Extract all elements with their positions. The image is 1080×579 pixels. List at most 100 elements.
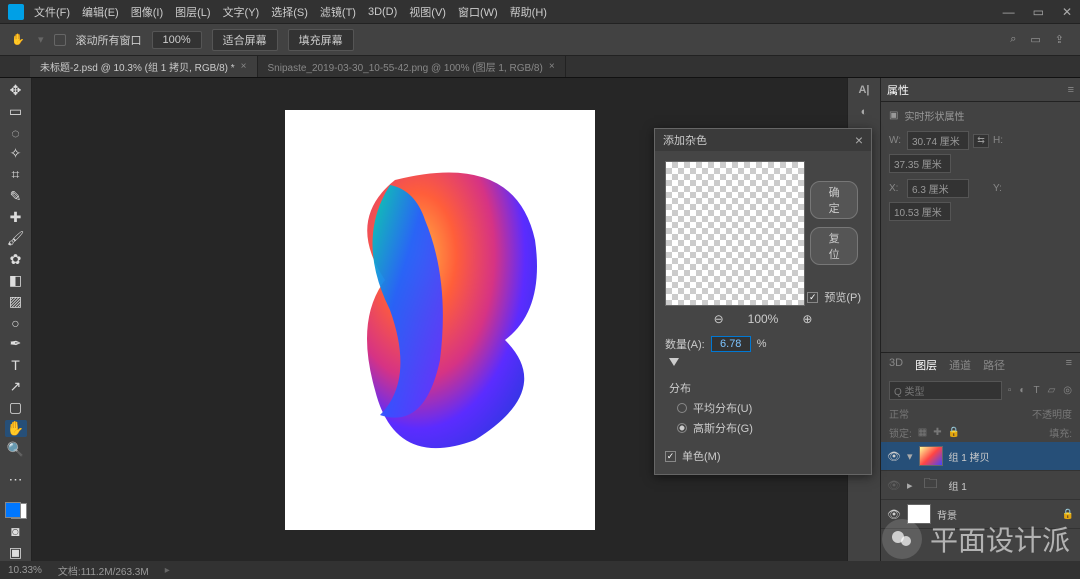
lock-pixels-icon[interactable]: ▦: [918, 427, 927, 438]
menu-file[interactable]: 文件(F): [34, 4, 70, 20]
menu-layer[interactable]: 图层(L): [175, 4, 210, 20]
visibility-toggle-icon[interactable]: 👁: [887, 450, 901, 463]
monochrome-checkbox[interactable]: [665, 451, 676, 462]
status-zoom[interactable]: 10.33%: [8, 565, 42, 576]
color-swatch[interactable]: [5, 502, 27, 519]
tab-close-icon[interactable]: ×: [549, 61, 555, 72]
zoom-out-icon[interactable]: ⊖: [714, 312, 724, 326]
tab-close-icon[interactable]: ×: [241, 61, 247, 72]
slider-handle-icon[interactable]: [669, 358, 679, 366]
hand-tool-icon[interactable]: ✋: [8, 30, 28, 50]
filter-shape-icon[interactable]: ▱: [1048, 385, 1056, 396]
layer-name[interactable]: 背景: [937, 507, 1056, 522]
chevron-down-icon[interactable]: ▾: [907, 450, 913, 463]
ok-button[interactable]: 确定: [810, 181, 858, 219]
layer-filter-kind[interactable]: Q 类型: [889, 381, 1002, 400]
zoom-in-icon[interactable]: ⊕: [802, 312, 812, 326]
tab-layers[interactable]: 图层: [915, 357, 937, 373]
brush-tool-icon[interactable]: 🖌: [5, 230, 27, 247]
filter-image-icon[interactable]: ▫: [1008, 385, 1012, 396]
screenmode-icon[interactable]: ▣: [5, 544, 27, 561]
lock-position-icon[interactable]: ✚: [933, 427, 941, 438]
workspace-icon[interactable]: ▭: [1030, 33, 1040, 46]
marquee-tool-icon[interactable]: ▭: [5, 103, 27, 120]
x-field[interactable]: 6.3 厘米: [907, 179, 969, 198]
visibility-toggle-icon[interactable]: 👁: [887, 508, 901, 521]
layer-row[interactable]: 👁 背景 🔒: [881, 500, 1080, 529]
document-canvas[interactable]: [285, 110, 595, 530]
gaussian-radio-row[interactable]: 高斯分布(G): [677, 420, 861, 436]
magic-wand-tool-icon[interactable]: ✧: [5, 145, 27, 162]
status-arrow-icon[interactable]: ▸: [165, 565, 170, 576]
hand-tool-icon[interactable]: ✋: [5, 420, 27, 437]
tab-3d[interactable]: 3D: [889, 357, 903, 373]
link-wh-icon[interactable]: ⇆: [973, 134, 989, 148]
menu-help[interactable]: 帮助(H): [510, 4, 547, 20]
y-field[interactable]: 10.53 厘米: [889, 202, 951, 221]
zoom-tool-icon[interactable]: 🔍: [5, 441, 27, 458]
blend-mode-select[interactable]: 正常: [889, 406, 1026, 421]
dialog-titlebar[interactable]: 添加杂色 ×: [655, 129, 871, 151]
shape-tool-icon[interactable]: ▢: [5, 399, 27, 416]
menu-select[interactable]: 选择(S): [271, 4, 308, 20]
path-tool-icon[interactable]: ↗: [5, 378, 27, 395]
lasso-tool-icon[interactable]: ◌: [5, 124, 27, 141]
blur-tool-icon[interactable]: ○: [5, 314, 27, 331]
filter-adjust-icon[interactable]: ◐: [1019, 385, 1025, 396]
menu-3d[interactable]: 3D(D): [368, 6, 397, 18]
pen-tool-icon[interactable]: ✒: [5, 335, 27, 352]
gradient-tool-icon[interactable]: ▨: [5, 293, 27, 310]
lock-all-icon[interactable]: 🔒: [948, 427, 960, 438]
height-field[interactable]: 37.35 厘米: [889, 154, 951, 173]
dialog-close-icon[interactable]: ×: [855, 132, 863, 148]
eraser-tool-icon[interactable]: ◧: [5, 272, 27, 289]
tab-properties[interactable]: 属性: [887, 82, 909, 98]
tab-inactive-document[interactable]: Snipaste_2019-03-30_10-55-42.png @ 100% …: [258, 56, 566, 77]
width-field[interactable]: 30.74 厘米: [907, 131, 969, 150]
move-tool-icon[interactable]: ✥: [5, 82, 27, 99]
visibility-toggle-icon[interactable]: 👁: [887, 479, 901, 492]
chevron-right-icon[interactable]: ▸: [907, 479, 913, 492]
type-tool-icon[interactable]: T: [5, 356, 27, 373]
zoom-field[interactable]: 100%: [152, 31, 202, 49]
menu-type[interactable]: 文字(Y): [223, 4, 260, 20]
uniform-radio[interactable]: [677, 403, 687, 413]
layer-row[interactable]: 👁 ▾ 组 1 拷贝: [881, 442, 1080, 471]
menu-window[interactable]: 窗口(W): [458, 4, 498, 20]
fit-screen-button[interactable]: 适合屏幕: [212, 29, 278, 51]
panel-menu-icon[interactable]: ≡: [1068, 84, 1074, 96]
share-icon[interactable]: ⇪: [1055, 33, 1064, 46]
menu-view[interactable]: 视图(V): [409, 4, 446, 20]
maximize-icon[interactable]: ▭: [1033, 5, 1044, 19]
amount-input[interactable]: [711, 336, 751, 352]
preview-checkbox[interactable]: [807, 292, 818, 303]
close-icon[interactable]: ✕: [1062, 5, 1072, 19]
crop-tool-icon[interactable]: ⌗: [5, 166, 27, 183]
filter-smart-icon[interactable]: ◎: [1063, 385, 1072, 396]
menu-image[interactable]: 图像(I): [131, 4, 163, 20]
menu-edit[interactable]: 编辑(E): [82, 4, 119, 20]
amount-slider[interactable]: [665, 358, 861, 372]
search-icon[interactable]: ⌕: [1010, 33, 1016, 46]
layer-name[interactable]: 组 1 拷贝: [949, 449, 1074, 464]
fill-screen-button[interactable]: 填充屏幕: [288, 29, 354, 51]
layer-row[interactable]: 👁 ▸ 🗀 组 1: [881, 471, 1080, 500]
menu-filter[interactable]: 滤镜(T): [320, 4, 356, 20]
quickmask-icon[interactable]: ◙: [5, 523, 27, 540]
eyedropper-tool-icon[interactable]: ✎: [5, 188, 27, 205]
libraries-icon[interactable]: A|: [858, 84, 869, 96]
heal-tool-icon[interactable]: ✚: [5, 209, 27, 226]
tab-channels[interactable]: 通道: [949, 357, 971, 373]
stamp-tool-icon[interactable]: ✿: [5, 251, 27, 268]
tab-paths[interactable]: 路径: [983, 357, 1005, 373]
fg-color-swatch[interactable]: [5, 502, 21, 518]
filter-type-icon[interactable]: T: [1033, 385, 1039, 396]
edit-toolbar-icon[interactable]: ⋯: [5, 471, 27, 488]
reset-button[interactable]: 复位: [810, 227, 858, 265]
status-doc-size[interactable]: 文档:111.2M/263.3M: [58, 563, 149, 578]
panel-menu-icon[interactable]: ≡: [1066, 357, 1072, 373]
scroll-all-checkbox[interactable]: [54, 34, 66, 46]
minimize-icon[interactable]: —: [1003, 5, 1015, 19]
uniform-radio-row[interactable]: 平均分布(U): [677, 400, 861, 416]
layer-name[interactable]: 组 1: [949, 478, 1074, 493]
